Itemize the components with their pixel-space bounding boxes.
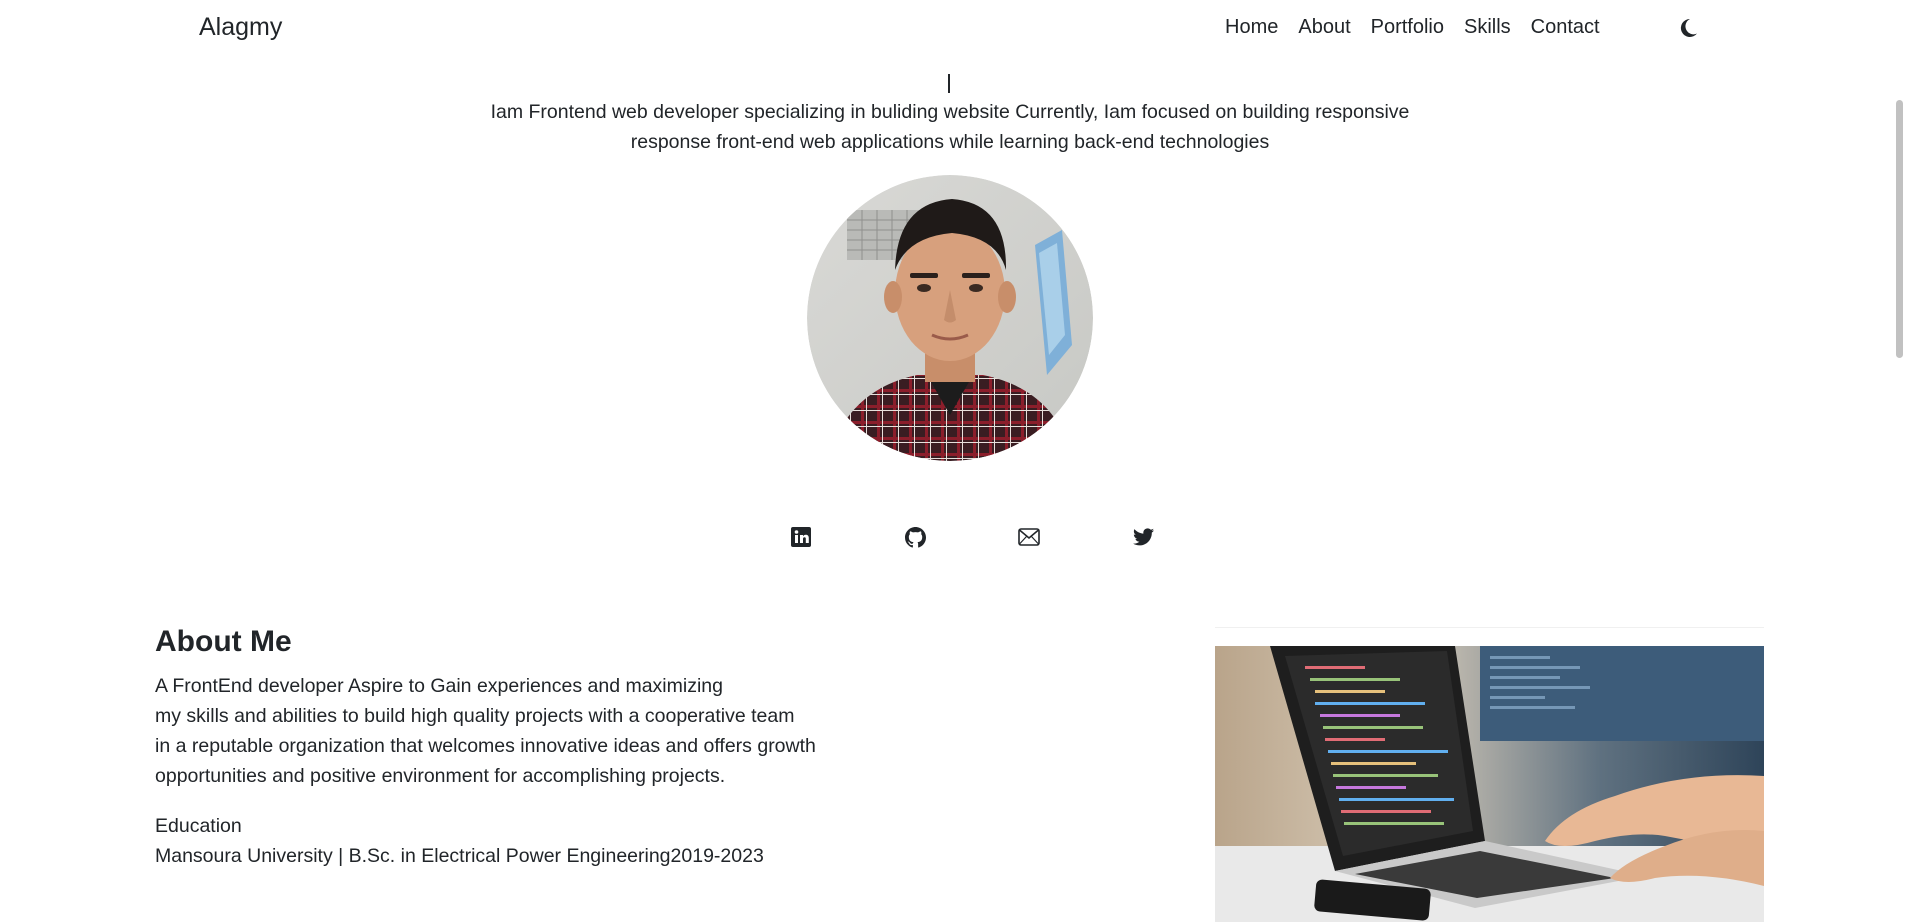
nav-about[interactable]: About (1298, 16, 1350, 39)
nav-links: Home About Portfolio Skills Contact (1225, 16, 1600, 39)
page: Alagmy Home About Portfolio Skills Conta… (0, 0, 1905, 922)
mail-icon[interactable] (1018, 526, 1040, 548)
education-label: Education (155, 815, 242, 837)
about-text: A FrontEnd developer Aspire to Gain expe… (155, 671, 875, 791)
scrollbar-thumb[interactable] (1896, 100, 1903, 358)
brand-logo[interactable]: Alagmy (199, 13, 282, 42)
social-links (790, 526, 1154, 548)
about-line: my skills and abilities to build high qu… (155, 705, 795, 727)
navbar: Alagmy Home About Portfolio Skills Conta… (0, 0, 1890, 56)
laptop-coding-photo (1215, 646, 1764, 922)
nav-home[interactable]: Home (1225, 16, 1278, 39)
typed-cursor (948, 74, 950, 93)
scrollbar[interactable] (1890, 0, 1905, 922)
nav-portfolio[interactable]: Portfolio (1371, 16, 1444, 39)
about-title: About Me (155, 625, 292, 658)
about-image-card (1215, 627, 1764, 922)
hero-intro: Iam Frontend web developer specializing … (450, 97, 1450, 157)
nav-skills[interactable]: Skills (1464, 16, 1511, 39)
profile-photo (807, 175, 1093, 461)
github-icon[interactable] (904, 526, 926, 548)
about-line: opportunities and positive environment f… (155, 765, 726, 787)
about-line: A FrontEnd developer Aspire to Gain expe… (155, 675, 723, 697)
about-line: in a reputable organization that welcome… (155, 735, 816, 757)
twitter-icon[interactable] (1132, 526, 1154, 548)
hero-line-1: Iam Frontend web developer specializing … (490, 101, 1410, 123)
hero-line-2: response front-end web applications whil… (630, 131, 1270, 153)
linkedin-icon[interactable] (790, 526, 812, 548)
moon-icon[interactable] (1678, 16, 1702, 40)
education-detail: Mansoura University | B.Sc. in Electrica… (155, 845, 764, 867)
nav-contact[interactable]: Contact (1531, 16, 1600, 39)
